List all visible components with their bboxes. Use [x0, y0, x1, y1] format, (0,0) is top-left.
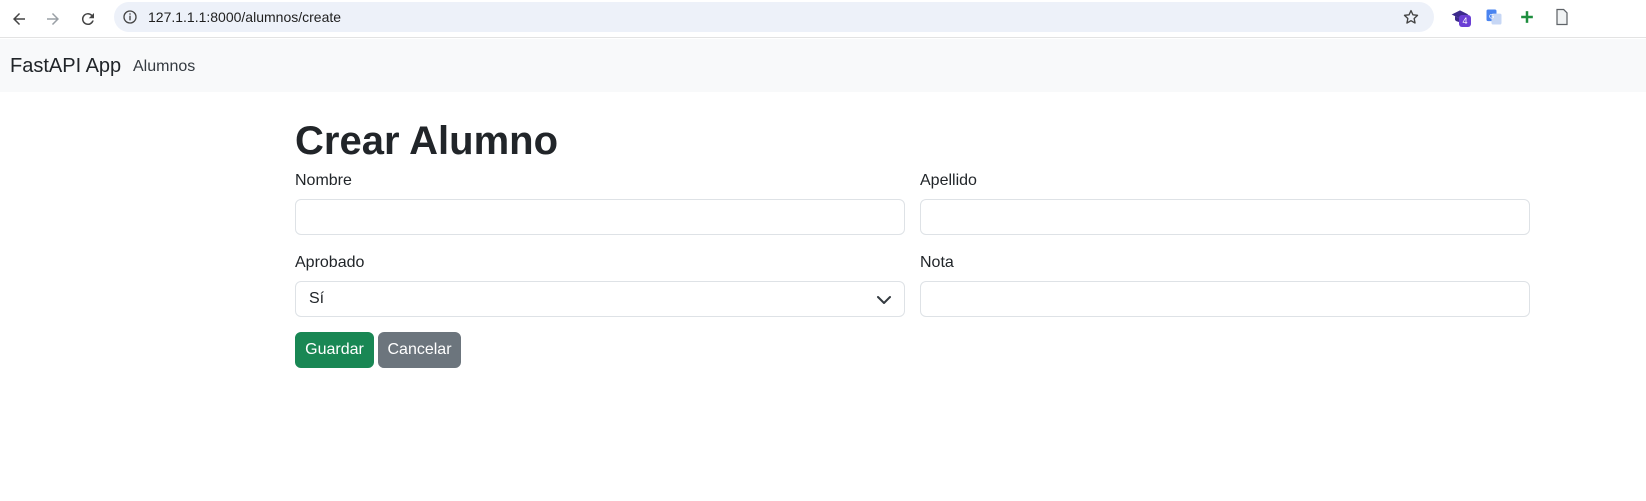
translate-icon[interactable]: G [1484, 7, 1504, 27]
aprobado-selected-value: Sí [309, 290, 325, 307]
cancel-button-label: Cancelar [387, 341, 452, 358]
save-button-label: Guardar [305, 341, 364, 358]
nav-link-alumnos[interactable]: Alumnos [133, 58, 195, 76]
page-title: Crear Alumno [295, 119, 559, 163]
arrow-left-icon [13, 13, 25, 25]
nota-input[interactable] [920, 281, 1530, 317]
nombre-label: Nombre [295, 172, 352, 189]
back-button[interactable] [3, 3, 35, 35]
browser-toolbar: 127.1.1.1:8000/alumnos/create 4 G [0, 0, 1646, 38]
reload-button[interactable] [72, 3, 104, 35]
document-icon[interactable] [1552, 7, 1572, 27]
plus-extension-icon[interactable] [1517, 7, 1537, 27]
nota-label: Nota [920, 254, 954, 271]
apellido-label: Apellido [920, 172, 977, 189]
arrow-right-icon [47, 13, 59, 25]
cancel-button[interactable]: Cancelar [378, 332, 461, 368]
svg-text:G: G [1489, 14, 1494, 21]
bookmark-star-icon[interactable] [1402, 8, 1420, 26]
url-text[interactable]: 127.1.1.1:8000/alumnos/create [148, 9, 341, 25]
aprobado-label: Aprobado [295, 254, 365, 271]
extension-graduation-icon[interactable]: 4 [1450, 7, 1471, 27]
reload-icon [81, 13, 94, 26]
aprobado-select[interactable]: Sí [295, 281, 905, 317]
nombre-input[interactable] [295, 199, 905, 235]
address-bar[interactable]: 127.1.1.1:8000/alumnos/create [114, 2, 1434, 32]
app-navbar: FastAPI App Alumnos [0, 39, 1646, 92]
apellido-input[interactable] [920, 199, 1530, 235]
navbar-brand[interactable]: FastAPI App [10, 55, 121, 78]
info-icon[interactable] [122, 9, 138, 25]
extension-badge: 4 [1459, 15, 1471, 27]
save-button[interactable]: Guardar [295, 332, 374, 368]
chevron-down-icon [877, 296, 891, 304]
forward-button[interactable] [37, 3, 69, 35]
